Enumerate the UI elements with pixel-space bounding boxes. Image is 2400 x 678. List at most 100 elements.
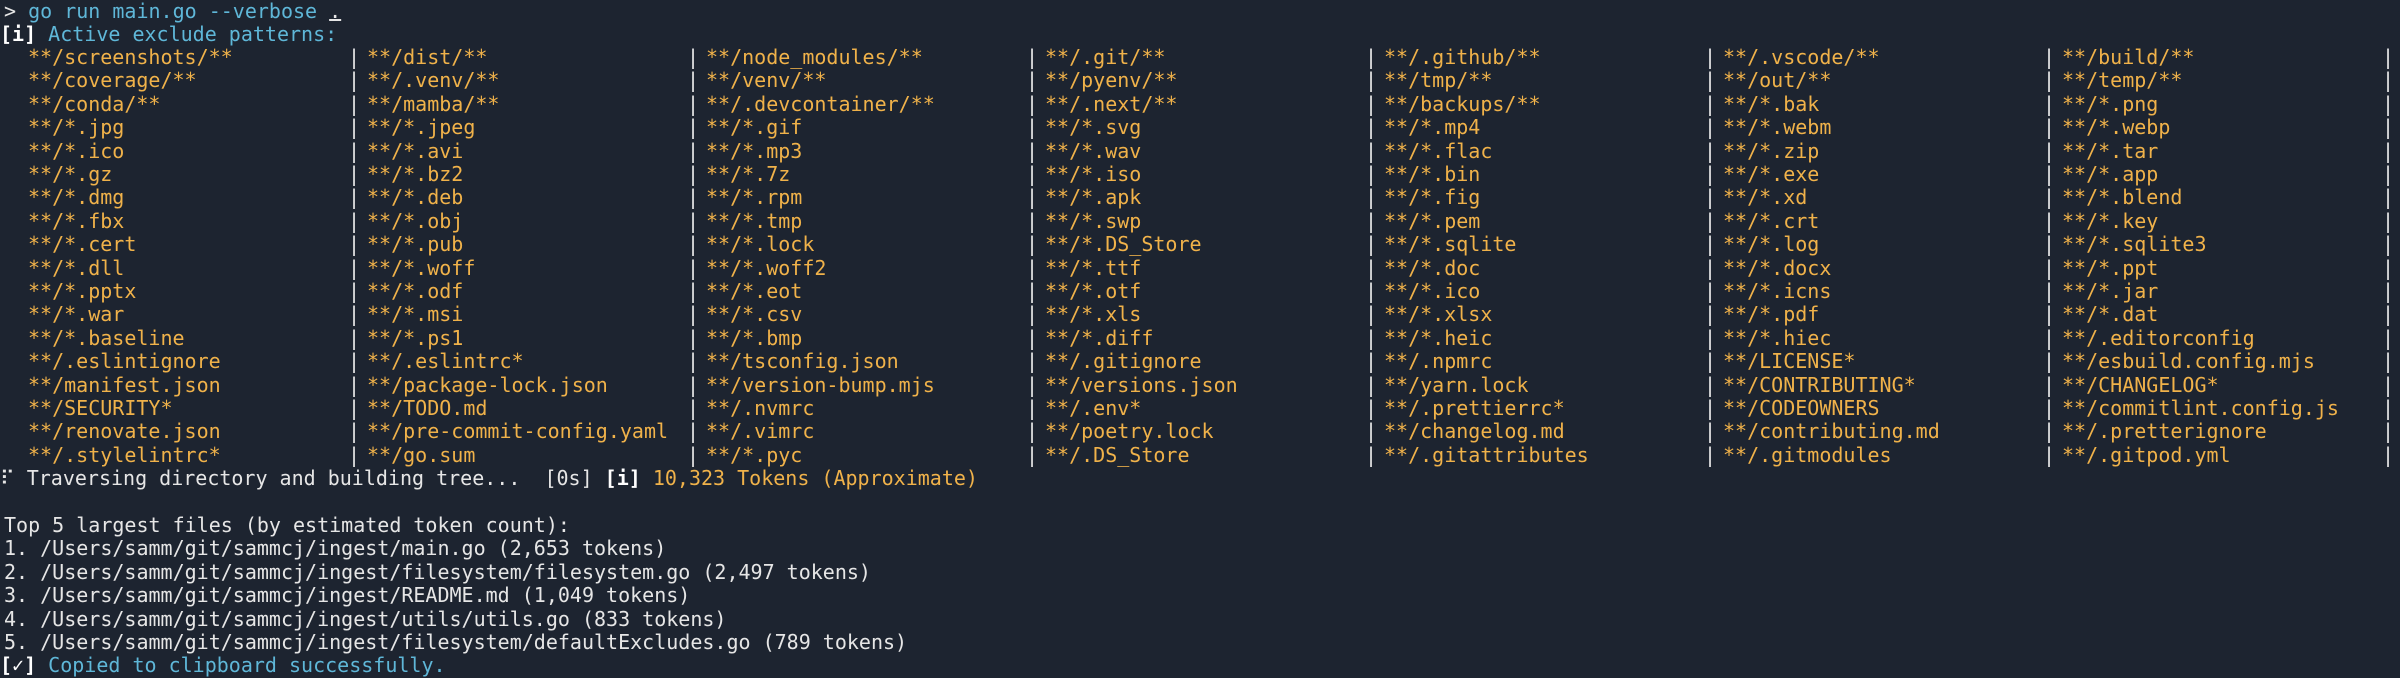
- column-separator: |: [1365, 442, 1378, 467]
- column-separator: |: [2043, 208, 2056, 233]
- exclude-pattern: **/go.sum: [367, 442, 476, 467]
- pattern-row: **/coverage/** | **/.venv/** | **/venv/** | **…: [0, 68, 2400, 93]
- exclude-pattern: **/*.dll: [28, 255, 125, 280]
- exclude-pattern: **/.DS_Store: [1045, 442, 1190, 467]
- column-separator: |: [1365, 185, 1378, 210]
- column-separator: |: [348, 45, 361, 69]
- column-separator: |: [348, 115, 361, 140]
- column-separator: |: [687, 185, 700, 210]
- exclude-pattern: **/*.exe: [1723, 162, 1820, 186]
- pattern-row: **/screenshots/** | **/dist/** | **/node_mod…: [0, 45, 2400, 69]
- column-separator: |: [1026, 419, 1039, 444]
- exclude-pattern: **/*.key: [2062, 208, 2159, 233]
- exclude-pattern: **/*.tar: [2062, 138, 2159, 163]
- column-separator: |: [1026, 349, 1039, 374]
- column-separator: |: [348, 185, 361, 210]
- exclude-pattern: **/*.lock: [706, 232, 815, 257]
- column-separator: |: [1026, 396, 1039, 420]
- exclude-pattern: **/node_modules/**: [706, 45, 923, 69]
- exclude-pattern: **/.eslintrc*: [367, 349, 524, 374]
- exclude-pattern: **/*.jpeg: [367, 115, 476, 140]
- column-separator: |: [2043, 45, 2056, 69]
- exclude-pattern: **/*.dmg: [28, 185, 125, 210]
- exclude-pattern: **/changelog.md: [1384, 419, 1565, 444]
- column-separator: |: [2043, 162, 2056, 186]
- token-count: 10,323 Tokens (Approximate): [640, 466, 978, 490]
- exclude-pattern: **/*.csv: [706, 302, 803, 327]
- top-file-item: 5. /Users/samm/git/sammcj/ingest/filesys…: [4, 630, 908, 654]
- exclude-pattern: **/.prettierrc*: [1384, 396, 1565, 420]
- exclude-pattern: **/*.docx: [1723, 255, 1832, 280]
- column-separator: |: [1365, 232, 1378, 257]
- column-separator: |: [2043, 419, 2056, 444]
- column-separator: |: [1026, 185, 1039, 210]
- prompt-symbol: >: [4, 0, 17, 23]
- column-separator: |: [687, 349, 700, 374]
- column-separator: |: [687, 302, 700, 327]
- exclude-pattern: **/*.jar: [2062, 279, 2159, 303]
- exclude-pattern: **/SECURITY*: [28, 396, 173, 420]
- patterns-header: [i] Active exclude patterns:: [0, 22, 338, 46]
- exclude-pattern: **/*.svg: [1045, 115, 1142, 140]
- exclude-pattern: **/*.tmp: [706, 208, 803, 233]
- terminal-window[interactable]: > go run main.go --verbose . [i] Active …: [0, 0, 2400, 678]
- column-separator: |: [1026, 45, 1039, 69]
- column-separator: |: [1704, 255, 1717, 280]
- exclude-pattern: **/.devcontainer/**: [706, 91, 935, 116]
- column-separator: |: [1704, 372, 1717, 397]
- exclude-pattern: **/poetry.lock: [1045, 419, 1214, 444]
- exclude-pattern: **/.pretterignore: [2062, 419, 2267, 444]
- column-separator: |: [1365, 302, 1378, 327]
- pattern-row: **/renovate.json | **/pre-commit-config.ya…: [0, 419, 2400, 444]
- exclude-pattern: **/*.DS_Store: [1045, 232, 1202, 257]
- column-separator: |: [348, 302, 361, 327]
- pattern-row: **/*.dll | **/*.woff | **/*.woff2 | **/*.ttf | *…: [0, 255, 2400, 280]
- column-separator: |: [1704, 302, 1717, 327]
- exclude-pattern: **/*.gif: [706, 115, 803, 140]
- exclude-pattern: **/*.webp: [2062, 115, 2171, 140]
- column-separator: |: [1365, 68, 1378, 93]
- exclude-pattern: **/out/**: [1723, 68, 1832, 93]
- exclude-pattern: **/*.pem: [1384, 208, 1481, 233]
- column-separator: |: [1704, 279, 1717, 303]
- exclude-pattern: **/*.ps1: [367, 325, 464, 350]
- column-separator: |: [2382, 232, 2395, 257]
- column-separator: |: [1365, 279, 1378, 303]
- exclude-pattern: **/.git/**: [1045, 45, 1166, 69]
- exclude-pattern: **/*.pdf: [1723, 302, 1820, 327]
- exclude-pattern: **/*.bin: [1384, 162, 1481, 186]
- exclude-pattern: **/*.diff: [1045, 325, 1154, 350]
- column-separator: |: [348, 68, 361, 93]
- column-separator: |: [687, 396, 700, 420]
- column-separator: |: [2382, 442, 2395, 467]
- exclude-pattern: **/*.log: [1723, 232, 1820, 257]
- clipboard-status-line: [✓] Copied to clipboard successfully.: [0, 653, 446, 677]
- exclude-pattern: **/*.xls: [1045, 302, 1142, 327]
- column-separator: |: [1704, 138, 1717, 163]
- column-separator: |: [687, 115, 700, 140]
- exclude-pattern: **/*.fbx: [28, 208, 125, 233]
- column-separator: |: [1704, 349, 1717, 374]
- column-separator: |: [2043, 372, 2056, 397]
- exclude-pattern: **/manifest.json: [28, 372, 221, 397]
- column-separator: |: [687, 68, 700, 93]
- exclude-pattern: **/*.mp3: [706, 138, 803, 163]
- exclude-pattern: **/mamba/**: [367, 91, 500, 116]
- column-separator: |: [348, 91, 361, 116]
- column-separator: |: [687, 91, 700, 116]
- column-separator: |: [1704, 115, 1717, 140]
- exclude-pattern: **/*.baseline: [28, 325, 185, 350]
- patterns-header-text: Active exclude patterns:: [36, 22, 338, 46]
- exclude-pattern: **/*.obj: [367, 208, 464, 233]
- exclude-pattern: **/*.jpg: [28, 115, 125, 140]
- pattern-row: **/*.fbx | **/*.obj | **/*.tmp | **/*.swp | **/*…: [0, 208, 2400, 233]
- check-icon: [✓]: [0, 653, 37, 677]
- exclude-pattern: **/*.7z: [706, 162, 791, 186]
- exclude-pattern: **/*.rpm: [706, 185, 803, 210]
- exclude-pattern: **/.nvmrc: [706, 396, 815, 420]
- column-separator: |: [348, 138, 361, 163]
- column-separator: |: [687, 419, 700, 444]
- column-separator: |: [1365, 372, 1378, 397]
- column-separator: |: [2382, 279, 2395, 303]
- exclude-pattern: **/.venv/**: [367, 68, 500, 93]
